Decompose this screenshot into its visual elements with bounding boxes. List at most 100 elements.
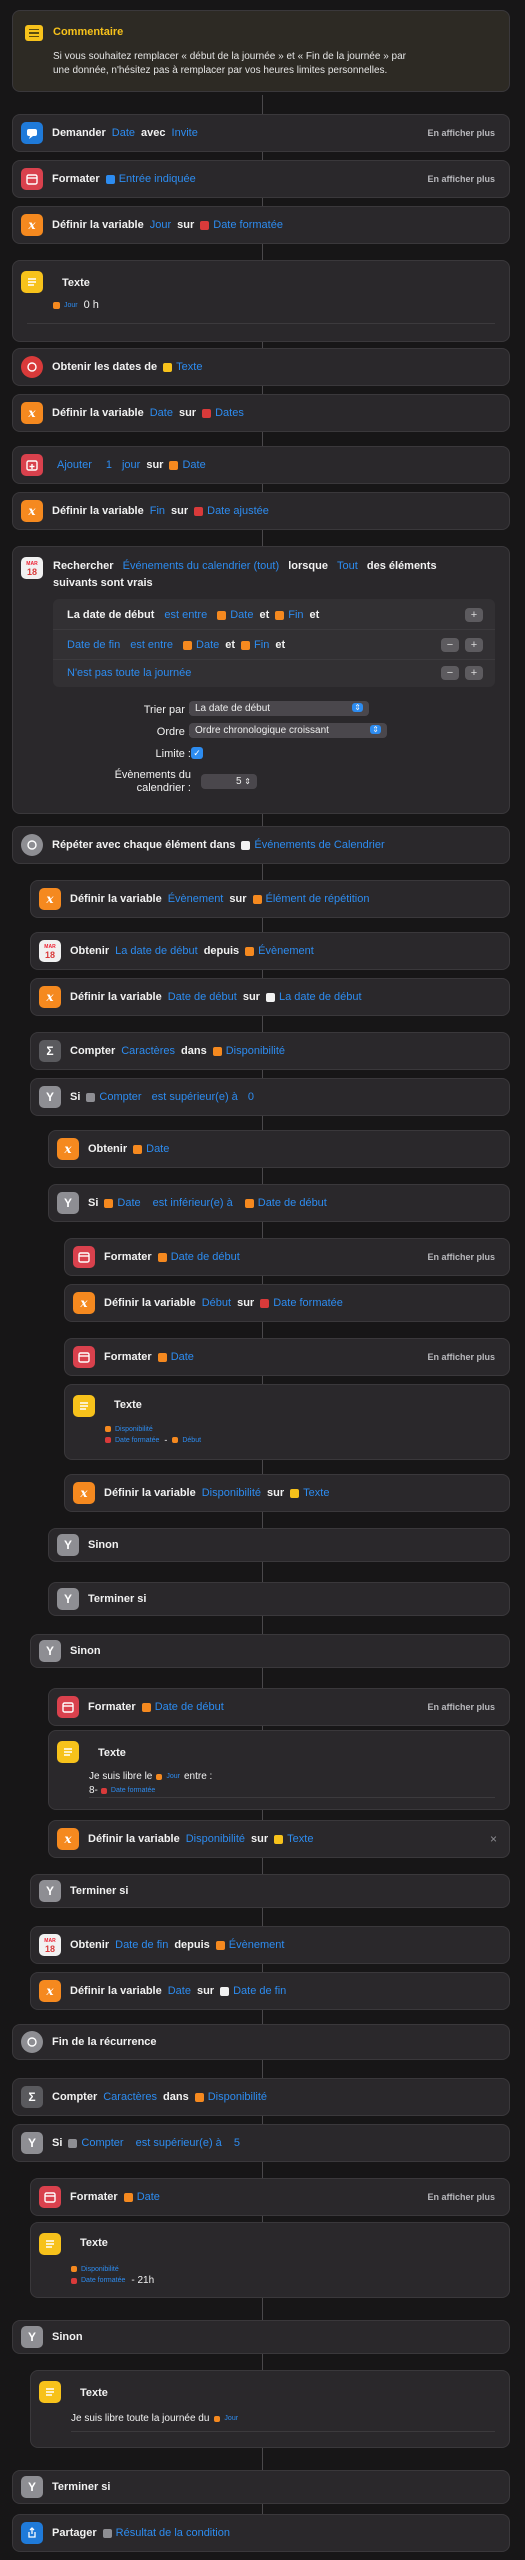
action-format-date[interactable]: Formater Date de début En afficher plus: [64, 1238, 510, 1276]
branch-icon: Y: [21, 2326, 43, 2348]
comment-icon: [25, 25, 43, 41]
calendar-format-icon: [73, 1246, 95, 1268]
param-prompt[interactable]: Invite: [172, 127, 198, 139]
branch-icon: Y: [39, 1640, 61, 1662]
text-icon: [73, 1395, 95, 1417]
variable-icon: x: [39, 1980, 61, 2002]
action-end-if[interactable]: Y Terminer si: [30, 1874, 510, 1908]
action-format-date[interactable]: Formater Date de début En afficher plus: [48, 1688, 510, 1726]
action-format-date[interactable]: Formater Date En afficher plus: [30, 2178, 510, 2216]
action-set-variable[interactable]: x Définir la variable Date sur Date de f…: [30, 1972, 510, 2010]
action-end-repeat[interactable]: Fin de la récurrence: [12, 2024, 510, 2060]
action-get-detail[interactable]: MAR 18 Obtenir La date de début depuis Év…: [30, 932, 510, 970]
add-filter-button[interactable]: +: [465, 666, 483, 680]
action-ask[interactable]: Demander Date avec Invite En afficher pl…: [12, 114, 510, 152]
action-text[interactable]: Texte Jour 0 h: [12, 260, 510, 342]
action-find-calendar-events[interactable]: MAR 18 Rechercher Événements du calendrie…: [12, 546, 510, 814]
repeat-icon: [21, 2031, 43, 2053]
variable-icon: x: [39, 986, 61, 1008]
action-set-variable[interactable]: x Définir la variable Disponibilité sur …: [64, 1474, 510, 1512]
action-get-dates[interactable]: Obtenir les dates de Texte: [12, 348, 510, 386]
show-more-button[interactable]: En afficher plus: [427, 128, 495, 138]
variable-icon: x: [39, 888, 61, 910]
comment-block[interactable]: Commentaire Si vous souhaitez remplacer …: [12, 10, 510, 92]
action-set-variable[interactable]: x Définir la variable Début sur Date for…: [64, 1284, 510, 1322]
branch-icon: Y: [39, 1086, 61, 1108]
action-otherwise[interactable]: Y Sinon: [12, 2320, 510, 2354]
show-more-button[interactable]: En afficher plus: [427, 1702, 495, 1712]
param-type[interactable]: Date: [112, 127, 135, 139]
action-text[interactable]: Texte Je suis libre toute la journée du …: [30, 2370, 510, 2448]
repeat-icon: [21, 834, 43, 856]
action-if[interactable]: Y Si Compter est supérieur(e) à 5: [12, 2124, 510, 2162]
variable-icon: x: [73, 1482, 95, 1504]
calendar-format-icon: [39, 2186, 61, 2208]
calendar-format-icon: [73, 1346, 95, 1368]
comment-line-1: Si vous souhaitez remplacer « début de l…: [53, 51, 406, 62]
branch-icon: Y: [21, 2476, 43, 2498]
action-set-variable[interactable]: x Définir la variable Date de début sur …: [30, 978, 510, 1016]
action-repeat-each[interactable]: Répéter avec chaque élément dans Événeme…: [12, 826, 510, 864]
action-share[interactable]: Partager Résultat de la condition: [12, 2514, 510, 2552]
show-more-button[interactable]: En afficher plus: [427, 1352, 495, 1362]
calendar-add-icon: [21, 454, 43, 476]
variable-icon: x: [57, 1828, 79, 1850]
action-otherwise[interactable]: Y Sinon: [48, 1528, 510, 1562]
order-select[interactable]: Ordre chronologique croissant ⇕: [189, 723, 387, 738]
count-stepper[interactable]: 5 ⇕: [201, 774, 257, 789]
action-count[interactable]: Σ Compter Caractères dans Disponibilité: [12, 2078, 510, 2116]
text-icon: [39, 2233, 61, 2255]
action-end-if[interactable]: Y Terminer si: [48, 1582, 510, 1616]
calendar-icon: MAR 18: [21, 557, 43, 579]
action-set-variable[interactable]: x Définir la variable Évènement sur Élém…: [30, 880, 510, 918]
action-get-detail[interactable]: MAR 18 Obtenir Date de fin depuis Évèneme…: [30, 1926, 510, 1964]
sort-select[interactable]: La date de début ⇕: [189, 701, 369, 716]
action-label: Demander: [52, 127, 106, 139]
remove-filter-button[interactable]: −: [441, 666, 459, 680]
text-icon: [57, 1741, 79, 1763]
show-more-button[interactable]: En afficher plus: [427, 174, 495, 184]
show-more-button[interactable]: En afficher plus: [427, 1252, 495, 1262]
variable-icon: x: [73, 1292, 95, 1314]
limit-checkbox[interactable]: ✓: [191, 747, 203, 759]
calendar-format-icon: [57, 1696, 79, 1718]
action-set-variable[interactable]: x Définir la variable Fin sur Date ajust…: [12, 492, 510, 530]
variable-icon: x: [21, 500, 43, 522]
ask-icon: [21, 122, 43, 144]
remove-filter-button[interactable]: −: [441, 638, 459, 652]
action-text[interactable]: Texte Disponibilité Date formatée - Débu…: [64, 1384, 510, 1460]
action-text[interactable]: Texte Disponibilité Date formatée - 21h: [30, 2222, 510, 2298]
dates-icon: [21, 356, 43, 378]
variable-token[interactable]: Entrée indiquée: [105, 173, 196, 185]
action-format-date[interactable]: Formater Entrée indiquée En afficher plu…: [12, 160, 510, 198]
calendar-icon: MAR 18: [39, 940, 61, 962]
text-icon: [21, 271, 43, 293]
action-set-variable[interactable]: x Définir la variable Date sur Dates: [12, 394, 510, 432]
action-count[interactable]: Σ Compter Caractères dans Disponibilité: [30, 1032, 510, 1070]
action-adjust-date[interactable]: Ajouter 1 jour sur Date: [12, 446, 510, 484]
action-format-date[interactable]: Formater Date En afficher plus: [64, 1338, 510, 1376]
show-more-button[interactable]: En afficher plus: [427, 2192, 495, 2202]
action-text[interactable]: Texte Je suis libre le Jour entre : 8- D…: [48, 1730, 510, 1810]
sigma-icon: Σ: [21, 2086, 43, 2108]
variable-icon: x: [21, 214, 43, 236]
action-set-variable[interactable]: x Définir la variable Jour sur Date form…: [12, 206, 510, 244]
close-icon[interactable]: ×: [490, 1832, 497, 1846]
add-filter-button[interactable]: +: [465, 638, 483, 652]
action-get-variable[interactable]: x Obtenir Date: [48, 1130, 510, 1168]
calendar-format-icon: [21, 168, 43, 190]
filter-box: La date de début est entre Date et Fin e…: [53, 599, 495, 687]
sigma-icon: Σ: [39, 1040, 61, 1062]
action-set-variable[interactable]: x Définir la variable Disponibilité sur …: [48, 1820, 510, 1858]
action-if[interactable]: Y Si Date est inférieur(e) à Date de déb…: [48, 1184, 510, 1222]
variable-icon: x: [21, 402, 43, 424]
branch-icon: Y: [57, 1588, 79, 1610]
branch-icon: Y: [57, 1534, 79, 1556]
action-if[interactable]: Y Si Compter est supérieur(e) à 0: [30, 1078, 510, 1116]
comment-line-2: une donnée, n'hésitez pas à remplacer pa…: [53, 65, 388, 76]
add-filter-button[interactable]: +: [465, 608, 483, 622]
action-otherwise[interactable]: Y Sinon: [30, 1634, 510, 1668]
text-icon: [39, 2381, 61, 2403]
branch-icon: Y: [21, 2132, 43, 2154]
action-end-if[interactable]: Y Terminer si: [12, 2470, 510, 2504]
